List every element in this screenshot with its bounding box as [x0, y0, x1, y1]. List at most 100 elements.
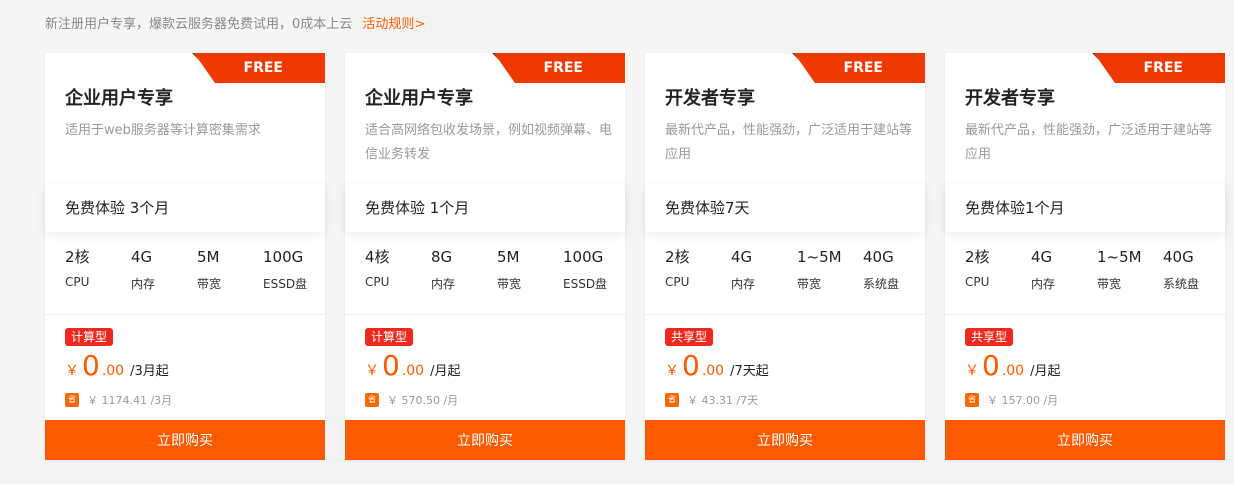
spec-bandwidth: 1~5M 带宽 [797, 247, 857, 292]
spec-label: CPU [665, 275, 690, 289]
spec-value: 100G [563, 248, 604, 266]
spec-list: 2核 CPU 4G 内存 1~5M 带宽 40G 系统盘 [965, 247, 1215, 292]
free-ribbon: FREE [794, 53, 925, 83]
original-price: 省 ￥ 1174.41 /3月 [65, 392, 172, 408]
spec-memory: 4G 内存 [1031, 247, 1091, 292]
price-integer: 0 [682, 349, 700, 382]
original-price: 省 ￥ 157.00 /月 [965, 392, 1058, 408]
price-unit: /3月起 [130, 364, 169, 379]
spec-value: 100G [263, 248, 304, 266]
spec-label: 带宽 [1097, 277, 1122, 291]
save-icon: 省 [665, 393, 679, 407]
save-icon: 省 [65, 393, 79, 407]
spec-label: CPU [965, 275, 990, 289]
buy-now-button[interactable]: 立即购买 [345, 420, 625, 460]
spec-cpu: 4核 CPU [365, 247, 425, 292]
original-price: 省 ￥ 570.50 /月 [365, 392, 458, 408]
card-description: 适合高网络包收发场景，例如视频弹幕、电信业务转发 [365, 123, 613, 162]
divider [645, 314, 925, 315]
promo-note: 新注册用户专享，爆款云服务器免费试用，0成本上云 活动规则> [45, 13, 425, 32]
spec-list: 2核 CPU 4G 内存 1~5M 带宽 40G 系统盘 [665, 247, 915, 292]
price: ￥ 0 .00 /7天起 [665, 350, 769, 382]
divider [945, 314, 1225, 315]
free-ribbon: FREE [1094, 53, 1225, 83]
price-integer: 0 [382, 349, 400, 382]
spec-label: 系统盘 [863, 277, 900, 291]
spec-value: 8G [431, 248, 453, 266]
price-currency: ￥ [65, 363, 79, 379]
card-title: 企业用户专享 [365, 88, 473, 109]
free-ribbon: FREE [194, 53, 325, 83]
spec-value: 40G [1163, 248, 1194, 266]
original-price-text: ￥ 1174.41 /3月 [87, 394, 173, 407]
spec-cpu: 2核 CPU [965, 247, 1025, 292]
original-price: 省 ￥ 43.31 /7天 [665, 392, 758, 408]
price-unit: /月起 [430, 364, 461, 379]
product-card: FREE 企业用户专享 适用于web服务器等计算密集需求 免费体验 3个月 2核… [45, 53, 325, 460]
spec-value: 4G [131, 248, 153, 266]
spec-label: 内存 [431, 277, 456, 291]
price-unit: /7天起 [730, 364, 769, 379]
spec-disk: 40G 系统盘 [863, 247, 915, 292]
divider [345, 314, 625, 315]
spec-label: 内存 [131, 277, 156, 291]
trial-duration: 免费体验 3个月 [45, 184, 325, 232]
card-title: 开发者专享 [665, 88, 755, 109]
spec-cpu: 2核 CPU [665, 247, 725, 292]
price: ￥ 0 .00 /3月起 [65, 350, 169, 382]
price: ￥ 0 .00 /月起 [365, 350, 460, 382]
spec-cpu: 2核 CPU [65, 247, 125, 292]
card-description: 最新代产品，性能强劲，广泛适用于建站等应用 [665, 123, 913, 162]
spec-disk: 100G ESSD盘 [263, 247, 315, 292]
product-card: FREE 企业用户专享 适合高网络包收发场景，例如视频弹幕、电信业务转发 免费体… [345, 53, 625, 460]
price-decimal: .00 [1001, 363, 1025, 379]
product-card: FREE 开发者专享 最新代产品，性能强劲，广泛适用于建站等应用 免费体验1个月… [945, 53, 1225, 460]
instance-type-tag: 计算型 [365, 328, 414, 346]
save-icon: 省 [365, 393, 379, 407]
product-card: FREE 开发者专享 最新代产品，性能强劲，广泛适用于建站等应用 免费体验7天 … [645, 53, 925, 460]
buy-now-button[interactable]: 立即购买 [45, 420, 325, 460]
spec-bandwidth: 5M 带宽 [197, 247, 257, 292]
spec-disk: 40G 系统盘 [1163, 247, 1215, 292]
spec-value: 40G [863, 248, 894, 266]
buy-now-button[interactable]: 立即购买 [945, 420, 1225, 460]
spec-label: 内存 [1031, 277, 1056, 291]
spec-memory: 4G 内存 [731, 247, 791, 292]
spec-value: 2核 [665, 248, 690, 266]
original-price-text: ￥ 157.00 /月 [987, 394, 1059, 407]
price-decimal: .00 [101, 363, 125, 379]
price-decimal: .00 [401, 363, 425, 379]
spec-value: 2核 [65, 248, 90, 266]
spec-value: 1~5M [1097, 248, 1142, 266]
spec-label: 系统盘 [1163, 277, 1200, 291]
save-icon: 省 [965, 393, 979, 407]
instance-type-tag: 计算型 [65, 328, 114, 346]
price-integer: 0 [82, 349, 100, 382]
card-description: 适用于web服务器等计算密集需求 [65, 123, 261, 138]
spec-bandwidth: 5M 带宽 [497, 247, 557, 292]
card-title: 企业用户专享 [65, 88, 173, 109]
instance-type-tag: 共享型 [665, 328, 714, 346]
spec-label: CPU [365, 275, 390, 289]
instance-type-tag: 共享型 [965, 328, 1014, 346]
buy-now-button[interactable]: 立即购买 [645, 420, 925, 460]
trial-duration: 免费体验1个月 [945, 184, 1225, 232]
spec-label: 带宽 [797, 277, 822, 291]
spec-value: 5M [197, 248, 220, 266]
spec-label: 内存 [731, 277, 756, 291]
price-currency: ￥ [965, 363, 979, 379]
activity-rules-link[interactable]: 活动规则> [362, 17, 425, 32]
price-currency: ￥ [665, 363, 679, 379]
spec-label: 带宽 [497, 277, 522, 291]
spec-value: 2核 [965, 248, 990, 266]
spec-memory: 8G 内存 [431, 247, 491, 292]
price-currency: ￥ [365, 363, 379, 379]
spec-value: 4G [1031, 248, 1053, 266]
spec-value: 5M [497, 248, 520, 266]
spec-list: 2核 CPU 4G 内存 5M 带宽 100G ESSD盘 [65, 247, 315, 292]
spec-disk: 100G ESSD盘 [563, 247, 615, 292]
spec-label: ESSD盘 [263, 277, 308, 291]
free-ribbon: FREE [494, 53, 625, 83]
spec-value: 1~5M [797, 248, 842, 266]
trial-duration: 免费体验7天 [645, 184, 925, 232]
